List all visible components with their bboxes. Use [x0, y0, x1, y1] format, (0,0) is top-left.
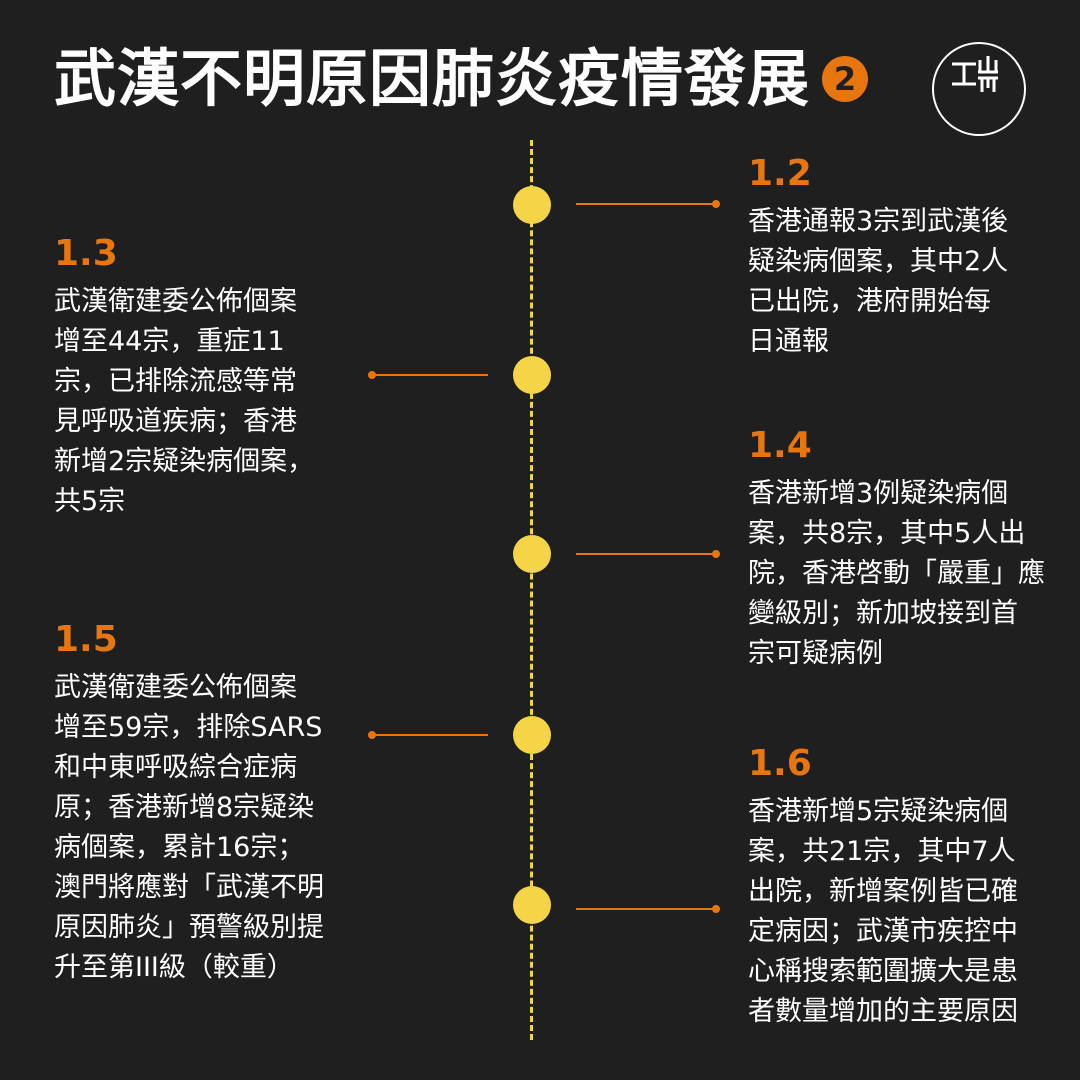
part-number-badge: 2: [822, 56, 869, 102]
event-1-3: 1.3 武漢衛建委公佈個案 增至44宗，重症11 宗，已排除流感等常 見呼吸道疾…: [54, 236, 354, 522]
event-date: 1.6: [748, 743, 812, 784]
connector-1-3: [368, 371, 488, 379]
event-date: 1.3: [54, 233, 118, 274]
event-1-5: 1.5 武漢衛建委公佈個案 增至59宗，排除SARS 和中東呼吸綜合症病 原；香…: [54, 622, 354, 988]
timeline-dot-1-3: [513, 356, 551, 394]
event-description: 武漢衛建委公佈個案 增至44宗，重症11 宗，已排除流感等常 見呼吸道疾病；香港…: [54, 286, 315, 517]
event-description: 香港通報3宗到武漢後 疑染病個案，其中2人 已出院，港府開始每 日通報: [748, 206, 1009, 357]
logo-glyph: [952, 56, 998, 92]
connector-1-4: [576, 550, 720, 558]
event-description: 香港新增3例疑染病個 案，共8宗，其中5人出 院，香港啓動「嚴重」應 變級別；新…: [748, 478, 1045, 669]
initium-logo-icon: [932, 42, 1026, 136]
timeline-dot-1-4: [513, 535, 551, 573]
event-description: 武漢衛建委公佈個案 增至59宗，排除SARS 和中東呼吸綜合症病 原；香港新增8…: [54, 672, 324, 983]
header: 武漢不明原因肺炎疫情發展 2: [54, 42, 869, 115]
timeline-dot-1-2: [513, 186, 551, 224]
timeline-dot-1-6: [513, 886, 551, 924]
event-description: 香港新增5宗疑染病個 案，共21宗，其中7人 出院，新增案例皆已確 定病因；武漢…: [748, 796, 1018, 1027]
page-title: 武漢不明原因肺炎疫情發展: [54, 42, 811, 115]
event-date: 1.4: [748, 425, 812, 466]
connector-1-6: [576, 905, 720, 913]
timeline-dot-1-5: [513, 716, 551, 754]
event-date: 1.5: [54, 619, 118, 660]
event-1-4: 1.4 香港新增3例疑染病個 案，共8宗，其中5人出 院，香港啓動「嚴重」應 變…: [748, 428, 1058, 674]
event-date: 1.2: [748, 153, 812, 194]
connector-1-5: [368, 731, 488, 739]
event-1-2: 1.2 香港通報3宗到武漢後 疑染病個案，其中2人 已出院，港府開始每 日通報: [748, 156, 1048, 362]
event-1-6: 1.6 香港新增5宗疑染病個 案，共21宗，其中7人 出院，新增案例皆已確 定病…: [748, 746, 1058, 1032]
connector-1-2: [576, 200, 720, 208]
